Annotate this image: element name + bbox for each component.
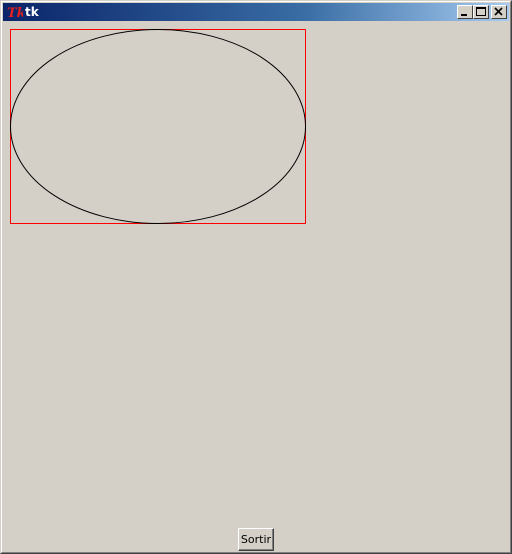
tk-feather-icon: Tk [7,4,26,21]
close-button[interactable] [491,5,507,19]
close-icon [494,7,503,16]
maximize-icon [476,7,486,16]
drawing-canvas[interactable] [3,21,509,521]
minimize-button[interactable] [457,5,473,19]
maximize-button[interactable] [473,5,489,19]
window-title: tk [25,5,39,19]
app-window: Tk tk Sortir [0,0,512,554]
canvas-rectangle [10,29,306,224]
svg-text:Tk: Tk [7,6,23,20]
quit-button[interactable]: Sortir [238,528,274,551]
title-bar[interactable]: Tk tk [3,3,509,21]
canvas-oval [10,29,306,224]
minimize-icon [461,14,467,16]
